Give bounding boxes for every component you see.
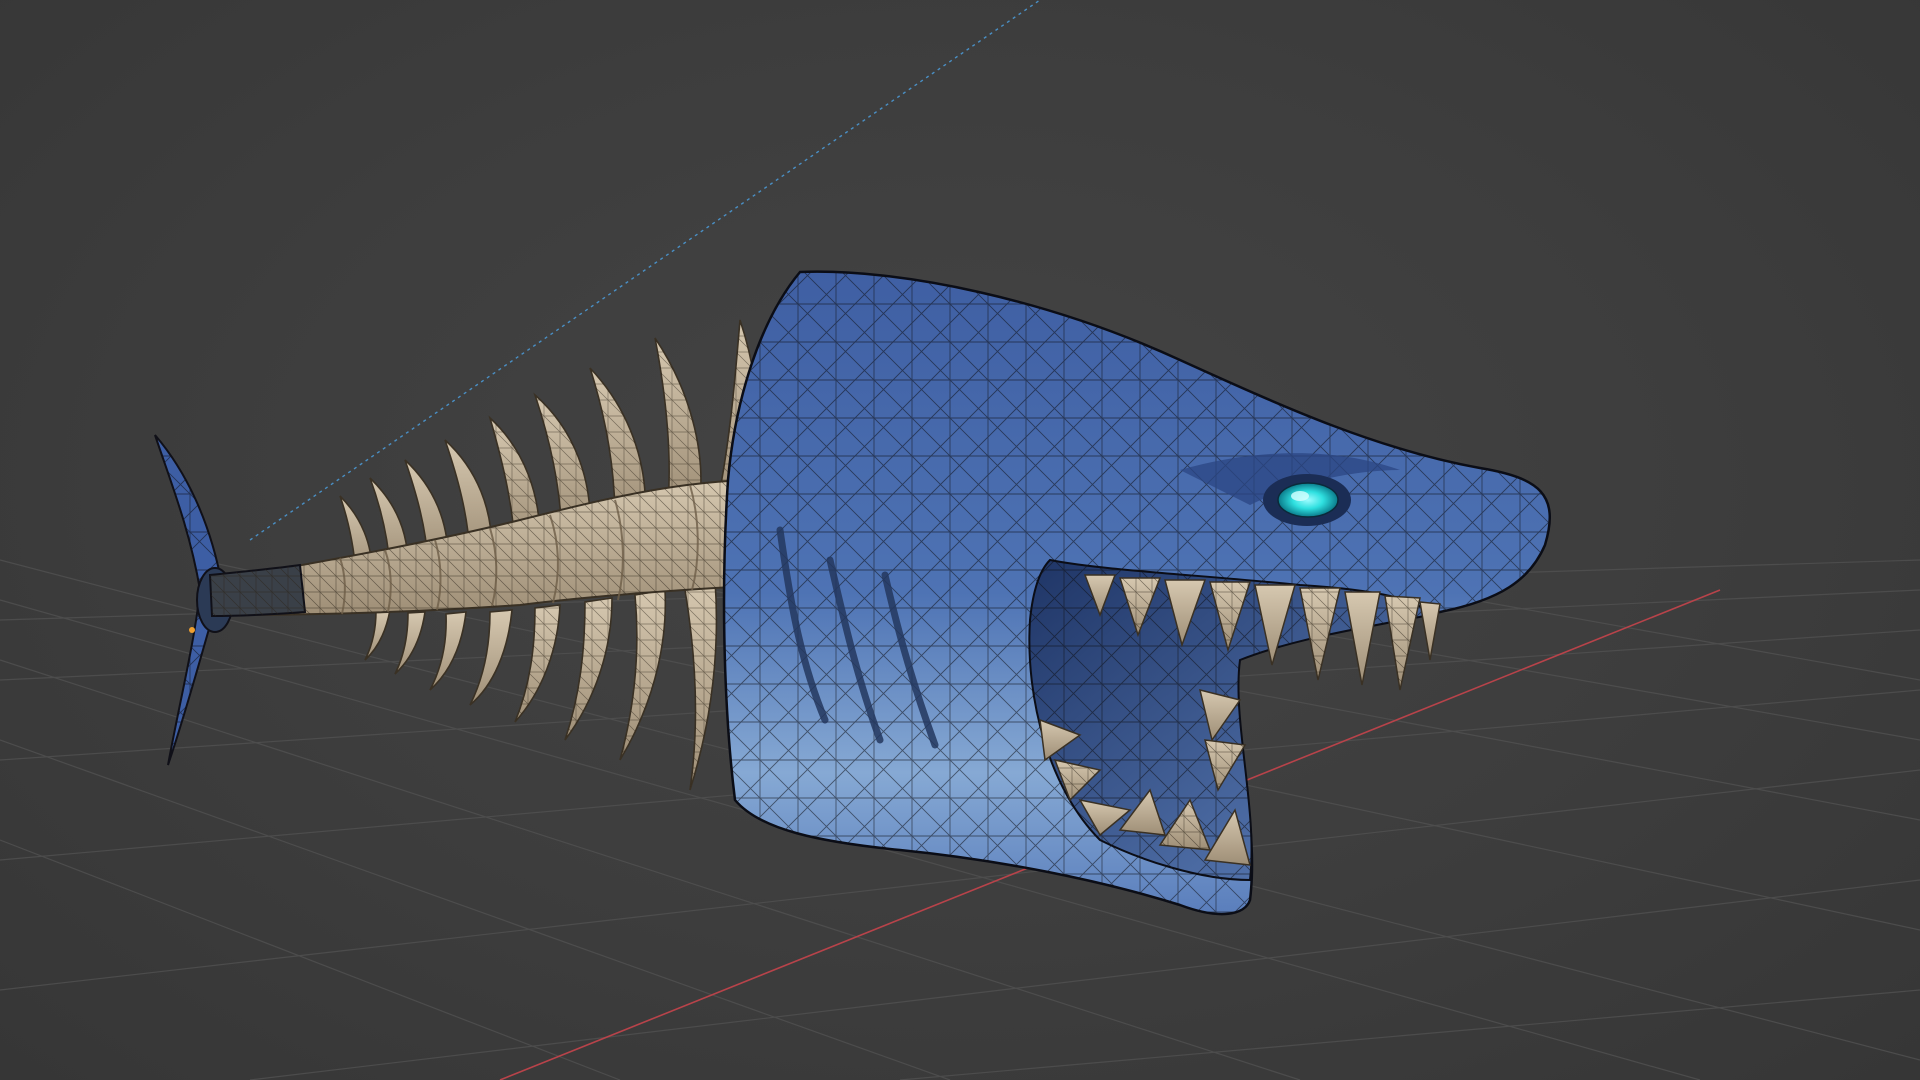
spine-column	[208, 478, 767, 618]
spine-ribs-bottom-wire	[515, 580, 717, 790]
shark-model[interactable]	[154, 270, 1551, 916]
3d-viewport[interactable]	[0, 0, 1920, 1080]
object-origin-point[interactable]	[189, 627, 195, 633]
shark-eye	[1263, 474, 1351, 526]
viewport-canvas[interactable]	[0, 0, 1920, 1080]
